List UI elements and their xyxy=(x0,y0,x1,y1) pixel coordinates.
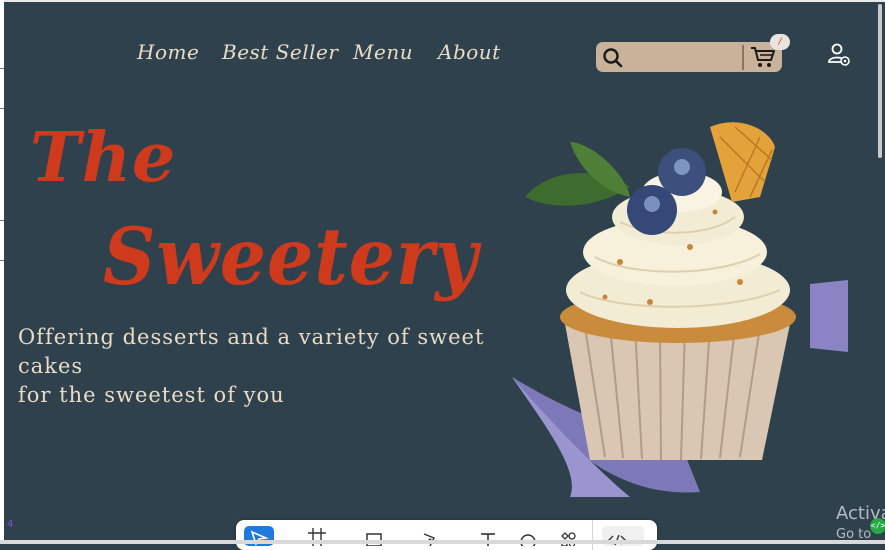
search-icon[interactable] xyxy=(602,47,624,73)
nav-best-seller[interactable]: Best Seller xyxy=(222,40,338,64)
search-bar xyxy=(596,42,782,72)
hero-title-the: The xyxy=(30,118,177,198)
ruler-tick xyxy=(0,108,4,109)
tagline-line-1: Offering desserts and a variety of sweet… xyxy=(18,325,485,378)
search-divider xyxy=(742,45,744,70)
user-settings-icon[interactable] xyxy=(826,42,852,72)
page-indicator: 4 xyxy=(7,519,14,530)
cart-icon[interactable] xyxy=(750,45,776,73)
ruler-tick xyxy=(0,260,4,261)
nav-menu[interactable]: Menu xyxy=(353,40,413,64)
nav-home[interactable]: Home xyxy=(137,40,199,64)
nav-about[interactable]: About xyxy=(438,40,501,64)
cupcake-illustration xyxy=(510,112,850,506)
tagline-line-2: for the sweetest of you xyxy=(18,383,285,407)
window-bottom-edge xyxy=(0,540,885,544)
window-left-edge xyxy=(0,0,4,544)
cart-count-badge: / xyxy=(770,34,790,50)
hero-title-sweetery: Sweetery xyxy=(103,210,479,303)
design-toolbar: ⌄ ⌄ ⌄ ⌄ xyxy=(236,520,657,550)
toolbar-divider xyxy=(592,520,593,550)
ruler-tick xyxy=(0,220,4,221)
search-input[interactable] xyxy=(628,46,737,70)
code-extension-icon[interactable]: </> xyxy=(870,518,885,534)
ruler-tick xyxy=(0,68,4,69)
vertical-scrollbar[interactable] xyxy=(878,4,882,158)
window-top-edge xyxy=(0,0,885,2)
hero-tagline: Offering desserts and a variety of sweet… xyxy=(18,323,508,410)
